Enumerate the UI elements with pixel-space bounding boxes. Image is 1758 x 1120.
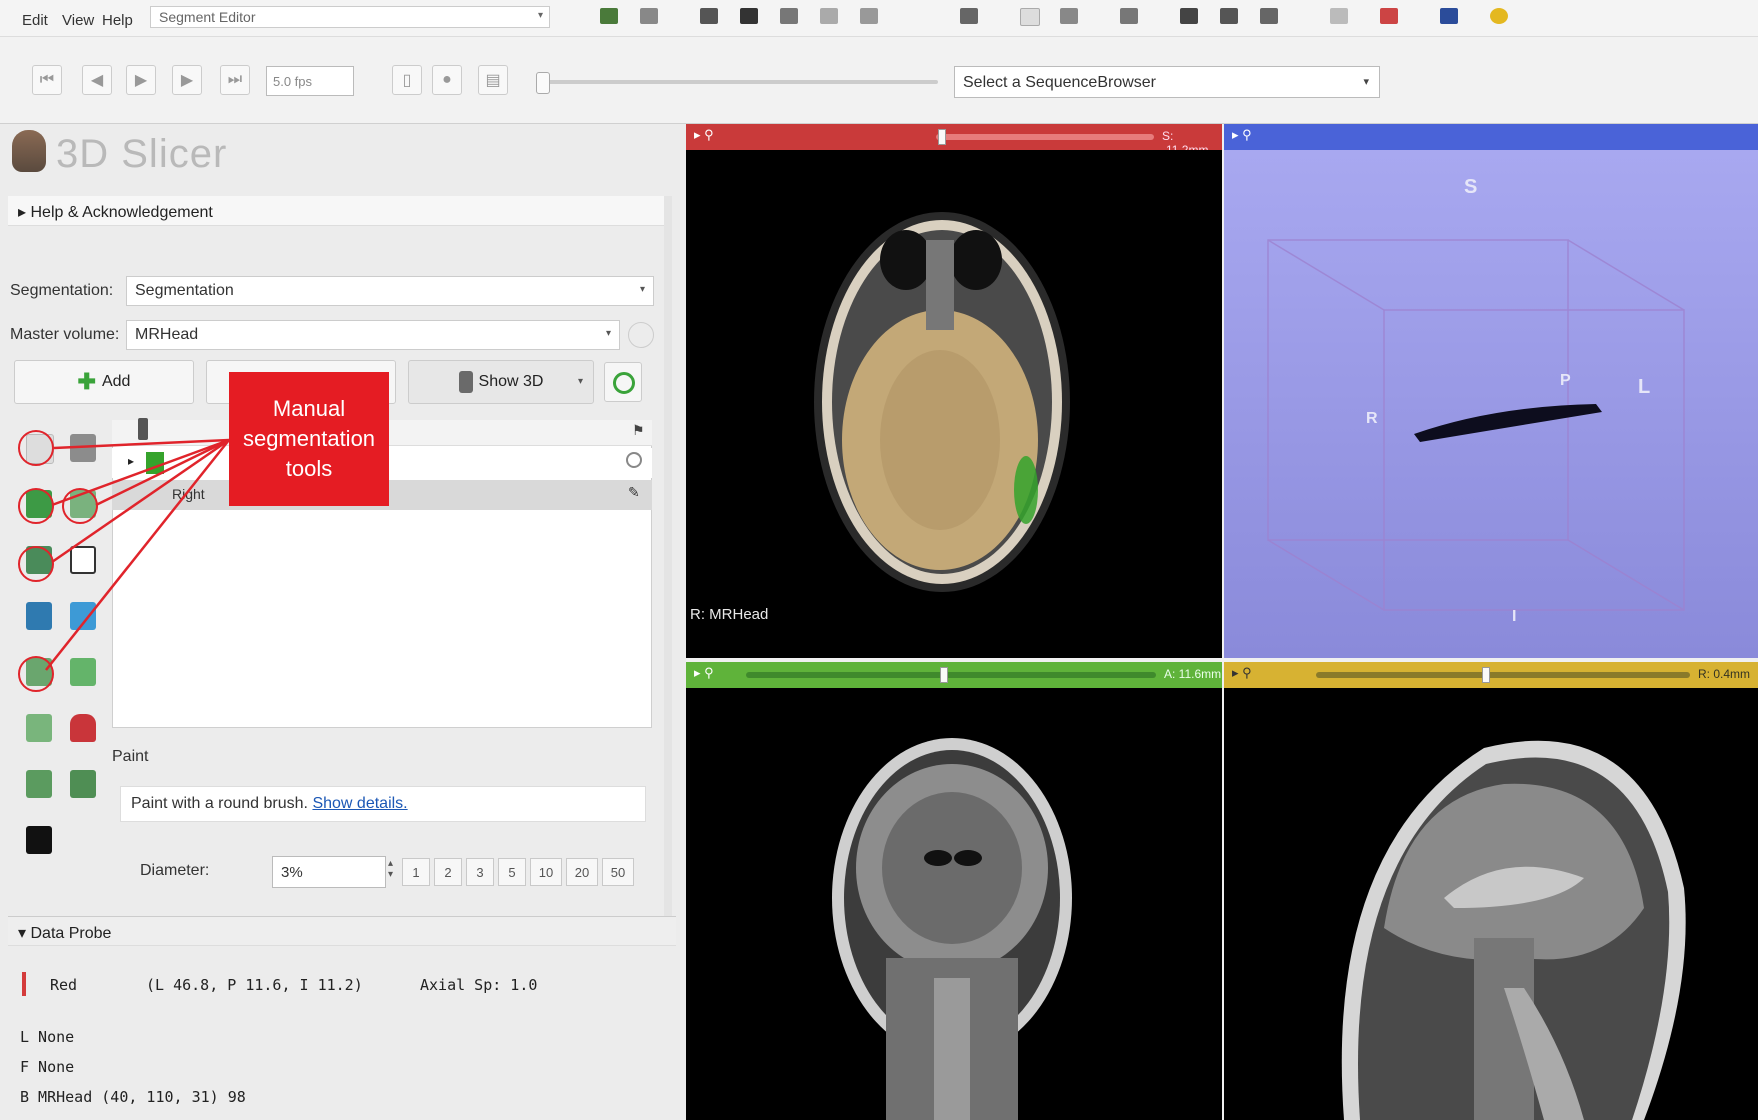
window-level-icon[interactable] — [820, 8, 838, 24]
extensions-icon[interactable] — [1060, 8, 1078, 24]
axis-label-l: L — [1638, 376, 1651, 398]
python-icon[interactable] — [1120, 8, 1138, 24]
star-icon[interactable] — [1490, 8, 1508, 24]
annotation-line — [51, 438, 230, 564]
diameter-preset-button[interactable]: 1 — [402, 858, 430, 886]
effect-description-text: Paint with a round brush. — [131, 795, 308, 812]
view-icon[interactable] — [1220, 8, 1238, 24]
mouse-mode-icon[interactable] — [1020, 8, 1040, 26]
red-slice-view[interactable]: R: MRHead — [686, 150, 1222, 658]
transform-icon[interactable] — [860, 8, 878, 24]
diameter-preset-button[interactable]: 10 — [530, 858, 562, 886]
axis-label-i: I — [1512, 608, 1517, 625]
probe-line-b: B MRHead (40, 110, 31) 98 — [20, 1088, 246, 1106]
yellow-slice-view[interactable] — [1224, 688, 1758, 1120]
yellow-view-controller[interactable]: ▸ ⚲ R: 0.4mm — [1224, 662, 1758, 688]
annotation-label: Manual segmentation tools — [229, 372, 389, 506]
green-slice-slider-handle[interactable] — [940, 667, 948, 683]
pin-icon[interactable]: ▸ ⚲ — [694, 127, 714, 143]
chevron-down-icon: ▾ — [1363, 76, 1369, 88]
effect-description: Paint with a round brush. Show details. — [120, 786, 646, 822]
yellow-slice-slider[interactable] — [1316, 672, 1690, 678]
diameter-preset-button[interactable]: 2 — [434, 858, 462, 886]
effect-name: Paint — [112, 748, 149, 765]
probe-line-l: L None — [20, 1028, 75, 1046]
probe-ras: (L 46.8, P 11.6, I 11.2) — [146, 976, 363, 994]
diameter-preset-button[interactable]: 20 — [566, 858, 598, 886]
stepper-icon[interactable]: ▴ ▾ — [388, 858, 393, 880]
layout-icon[interactable] — [740, 8, 758, 24]
axis-label-r: R — [1366, 410, 1378, 427]
diameter-input[interactable]: 3% — [272, 856, 386, 888]
probe-line-f: F None — [20, 1058, 75, 1076]
probe-orientation: Axial Sp: 1.0 — [420, 976, 538, 994]
pin-icon[interactable]: ▸ ⚲ — [1232, 127, 1252, 143]
crosshair-icon[interactable] — [780, 8, 798, 24]
coronal-mri-image — [832, 738, 1072, 1120]
mask-volume-tool-icon[interactable] — [26, 826, 52, 854]
3d-view[interactable]: S R P L I — [1224, 150, 1758, 658]
green-slice-offset: A: 11.6mm — [1164, 667, 1222, 681]
green-slice-slider[interactable] — [746, 672, 1156, 678]
axial-mri-image — [814, 212, 1070, 592]
yellow-slice-offset: R: 0.4mm — [1698, 667, 1751, 681]
axis-label-s: S — [1464, 176, 1478, 198]
yellow-slice-slider-handle[interactable] — [1482, 667, 1490, 683]
red-slice-slider-handle[interactable] — [938, 129, 946, 145]
diameter-preset-button[interactable]: 50 — [602, 858, 634, 886]
record-icon[interactable] — [1380, 8, 1398, 24]
save-icon[interactable] — [700, 8, 718, 24]
pin-icon[interactable]: ▸ ⚲ — [1232, 665, 1252, 681]
collapse-arrow-icon: ▾ — [18, 925, 31, 942]
camera-icon[interactable] — [1260, 8, 1278, 24]
annotation-line — [53, 438, 230, 450]
data-probe-header[interactable]: ▾ Data Probe — [8, 916, 676, 946]
sequence-browser-value: Select a SequenceBrowser — [963, 74, 1156, 91]
3d-bounding-box — [1267, 239, 1685, 611]
sagittal-mri-image — [1341, 740, 1686, 1120]
diameter-preset-button[interactable]: 5 — [498, 858, 526, 886]
scene-icon[interactable] — [1440, 8, 1458, 24]
reset-icon[interactable] — [1330, 8, 1348, 24]
data-probe-label: Data Probe — [30, 925, 112, 942]
annotation-line — [95, 438, 230, 507]
sequence-browser-select[interactable]: Select a SequenceBrowser ▾ — [954, 66, 1380, 98]
axis-label-p: P — [1560, 372, 1571, 389]
red-view-volume-label: R: MRHead — [690, 606, 769, 623]
diameter-label: Diameter: — [140, 862, 210, 879]
show-details-link[interactable]: Show details. — [312, 795, 407, 812]
green-view-controller[interactable]: ▸ ⚲ A: 11.6mm — [686, 662, 1222, 688]
diameter-value: 3% — [281, 864, 303, 881]
red-view-controller[interactable]: ▸ ⚲ S: -11.2mm — [686, 124, 1222, 157]
pin-icon[interactable]: ▸ ⚲ — [694, 665, 714, 681]
green-slice-view[interactable] — [686, 688, 1222, 1120]
3d-view-controller[interactable]: ▸ ⚲ — [1224, 124, 1758, 150]
probe-view-name: Red — [50, 976, 78, 994]
screenshot-icon[interactable] — [1180, 8, 1198, 24]
markup-icon[interactable] — [960, 8, 978, 24]
red-slice-slider[interactable] — [936, 134, 1154, 140]
red-view-marker — [22, 972, 26, 996]
diameter-preset-button[interactable]: 3 — [466, 858, 494, 886]
